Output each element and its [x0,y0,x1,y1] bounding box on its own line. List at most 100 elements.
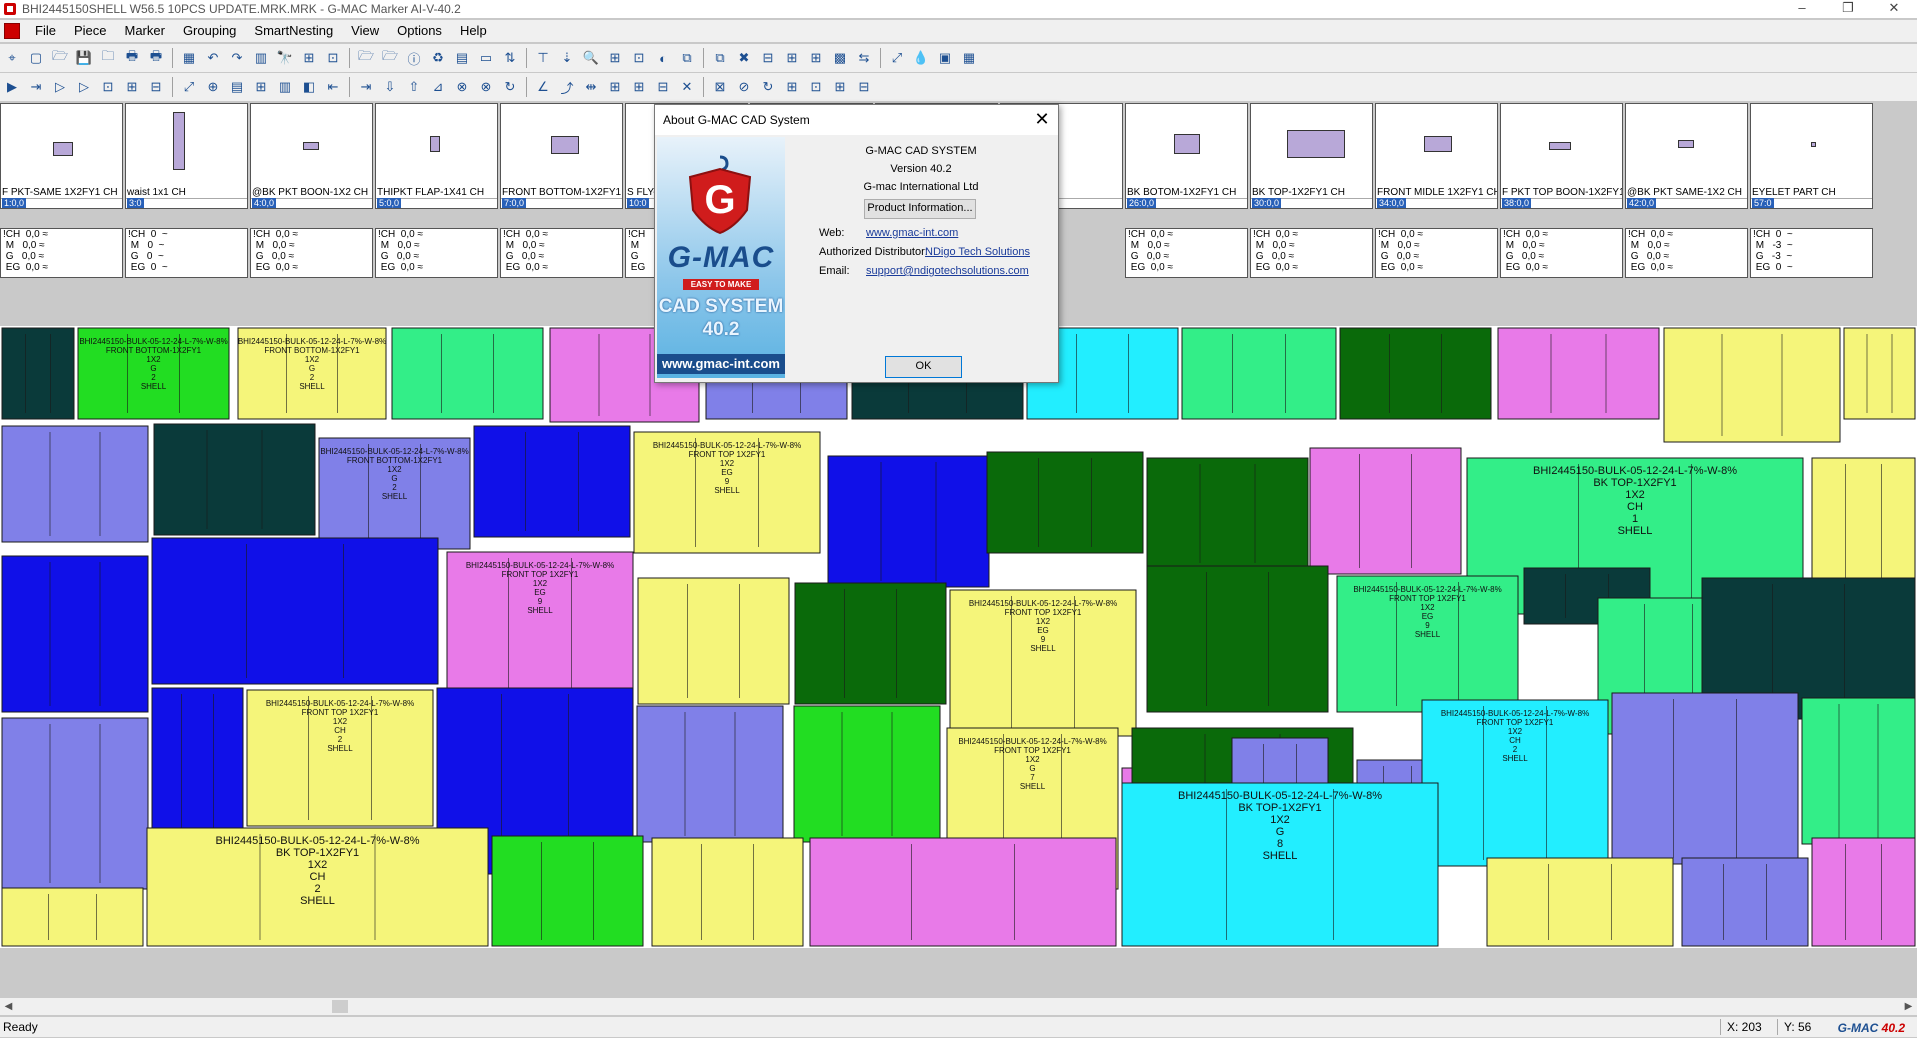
marker-piece[interactable] [1146,457,1309,570]
marker-piece[interactable] [1663,327,1841,443]
marker-piece[interactable] [809,837,1117,947]
main-tool-17-icon[interactable]: ♻ [428,48,448,68]
marker-tool-9-icon[interactable]: ▤ [227,77,247,97]
marker-tool-4-icon[interactable]: ⊡ [98,77,118,97]
marker-tool-30-icon[interactable]: ↻ [758,77,778,97]
main-tool-6-icon[interactable]: 🖶 [146,48,166,68]
email-link[interactable]: support@ndigotechsolutions.com [866,265,1029,277]
scroll-thumb[interactable] [332,1000,348,1013]
marker-piece[interactable] [986,451,1144,554]
piece-grade-info[interactable]: !CH 0 ~ M 0 ~ G 0 ~ EG 0 ~ [125,228,248,278]
piece-grade-info[interactable]: !CH 0,0 ≈ M 0,0 ≈ G 0,0 ≈ EG 0,0 ≈ [1500,228,1623,278]
main-tool-18-icon[interactable]: ▤ [452,48,472,68]
marker-tool-7-icon[interactable]: ⤢ [179,77,199,97]
main-tool-0-icon[interactable]: ⌖ [2,48,22,68]
main-tool-19-icon[interactable]: ▭ [476,48,496,68]
marker-tool-0-icon[interactable]: ▶ [2,77,22,97]
main-tool-16-icon[interactable]: ⓘ [404,48,424,68]
main-tool-13-icon[interactable]: ⊡ [323,48,343,68]
main-tool-35-icon[interactable]: ⤢ [887,48,907,68]
marker-tool-3-icon[interactable]: ▷ [74,77,94,97]
marker-tool-29-icon[interactable]: ⊘ [734,77,754,97]
product-information-button[interactable]: Product Information... [864,199,976,219]
marker-piece[interactable] [1,887,144,947]
marker-layout[interactable]: BHI2445150-BULK-05-12-24-L-7%-W-8%FRONT … [0,326,1917,948]
main-tool-15-icon[interactable]: 🗁 [380,48,400,68]
piece-grade-info[interactable]: !CH 0 ~ M -3 ~ G -3 ~ EG 0 ~ [1750,228,1873,278]
marker-tool-17-icon[interactable]: ⊿ [428,77,448,97]
marker-piece[interactable] [151,537,439,685]
marker-piece[interactable]: BHI2445150-BULK-05-12-24-L-7%-W-8%FRONT … [318,437,471,550]
marker-tool-24-icon[interactable]: ⊞ [605,77,625,97]
marker-piece[interactable] [1843,327,1916,420]
main-tool-34-icon[interactable]: ⇆ [854,48,874,68]
main-tool-20-icon[interactable]: ⇅ [500,48,520,68]
menu-marker[interactable]: Marker [115,20,173,42]
main-tool-3-icon[interactable]: 💾 [74,48,94,68]
marker-piece[interactable]: BHI2445150-BULK-05-12-24-L-7%-W-8%FRONT … [446,551,634,699]
marker-piece[interactable]: BHI2445150-BULK-05-12-24-L-7%-W-8%BK TOP… [146,827,489,947]
marker-piece[interactable] [651,837,804,947]
marker-tool-10-icon[interactable]: ⊞ [251,77,271,97]
piece-cell[interactable]: BK BOTOM-1X2FY1 CH 26:0,0 [1125,103,1248,209]
marker-piece[interactable] [1,327,75,420]
marker-tool-33-icon[interactable]: ⊞ [830,77,850,97]
marker-piece[interactable]: BHI2445150-BULK-05-12-24-L-7%-W-8%FRONT … [633,431,821,554]
piece-grade-info[interactable]: !CH 0,0 ≈ M 0,0 ≈ G 0,0 ≈ EG 0,0 ≈ [1375,228,1498,278]
maximize-button[interactable]: ❐ [1825,0,1871,18]
main-tool-37-icon[interactable]: ▣ [935,48,955,68]
marker-piece[interactable]: BHI2445150-BULK-05-12-24-L-7%-W-8%FRONT … [1336,575,1519,713]
piece-cell[interactable]: @BK PKT SAME-1X2 CH 42:0,0 [1625,103,1748,209]
marker-tool-11-icon[interactable]: ▥ [275,77,295,97]
marker-tool-23-icon[interactable]: ⇹ [581,77,601,97]
main-tool-38-icon[interactable]: ▦ [959,48,979,68]
marker-tool-14-icon[interactable]: ⇥ [356,77,376,97]
scroll-right-icon[interactable]: ▶ [1900,998,1917,1015]
marker-piece[interactable]: BHI2445150-BULK-05-12-24-L-7%-W-8%FRONT … [949,589,1137,737]
marker-tool-22-icon[interactable]: ⤴ [557,77,577,97]
marker-piece[interactable] [637,577,790,705]
close-window-button[interactable]: ✕ [1871,0,1917,18]
piece-grade-info[interactable]: !CH 0,0 ≈ M 0,0 ≈ G 0,0 ≈ EG 0,0 ≈ [1125,228,1248,278]
marker-tool-28-icon[interactable]: ⊠ [710,77,730,97]
marker-piece[interactable] [1309,447,1462,575]
main-tool-29-icon[interactable]: ✖ [734,48,754,68]
marker-tool-19-icon[interactable]: ⊗ [476,77,496,97]
scroll-left-icon[interactable]: ◀ [0,998,17,1015]
marker-piece[interactable] [636,705,784,843]
marker-tool-26-icon[interactable]: ⊟ [653,77,673,97]
marker-tool-8-icon[interactable]: ⊕ [203,77,223,97]
main-tool-10-icon[interactable]: ▥ [251,48,271,68]
marker-piece[interactable] [1811,837,1916,947]
piece-cell[interactable]: THIPKT FLAP-1X41 CH 5:0,0 [375,103,498,209]
menu-piece[interactable]: Piece [65,20,116,42]
marker-piece[interactable]: BHI2445150-BULK-05-12-24-L-7%-W-8%FRONT … [237,327,387,420]
marker-tool-15-icon[interactable]: ⇩ [380,77,400,97]
piece-cell[interactable]: F PKT-SAME 1X2FY1 CH 1:0,0 [0,103,123,209]
main-tool-36-icon[interactable]: 💧 [911,48,931,68]
main-tool-26-icon[interactable]: ◐ [653,48,673,68]
marker-piece[interactable] [827,455,990,588]
marker-tool-21-icon[interactable]: ∠ [533,77,553,97]
menu-view[interactable]: View [342,20,388,42]
marker-tool-27-icon[interactable]: ✕ [677,77,697,97]
main-tool-28-icon[interactable]: ⧉ [710,48,730,68]
piece-cell[interactable]: EYELET PART CH 57:0 [1750,103,1873,209]
main-tool-22-icon[interactable]: ⇣ [557,48,577,68]
piece-grade-info[interactable]: !CH 0,0 ≈ M 0,0 ≈ G 0,0 ≈ EG 0,0 ≈ [1250,228,1373,278]
marker-tool-6-icon[interactable]: ⊟ [146,77,166,97]
main-tool-27-icon[interactable]: ⧉ [677,48,697,68]
main-tool-2-icon[interactable]: 🗁 [50,48,70,68]
menu-options[interactable]: Options [388,20,451,42]
marker-tool-2-icon[interactable]: ▷ [50,77,70,97]
piece-cell[interactable]: FRONT MIDLE 1X2FY1 CH 34:0,0 [1375,103,1498,209]
marker-tool-20-icon[interactable]: ↻ [500,77,520,97]
main-tool-23-icon[interactable]: 🔍 [581,48,601,68]
piece-cell[interactable]: waist 1x1 CH 3:0 [125,103,248,209]
marker-tool-18-icon[interactable]: ⊗ [452,77,472,97]
main-tool-11-icon[interactable]: 🔭 [275,48,295,68]
marker-piece[interactable] [1611,692,1799,865]
main-tool-25-icon[interactable]: ⊡ [629,48,649,68]
main-tool-4-icon[interactable]: 🗀 [98,48,118,68]
marker-piece[interactable] [1681,857,1809,947]
